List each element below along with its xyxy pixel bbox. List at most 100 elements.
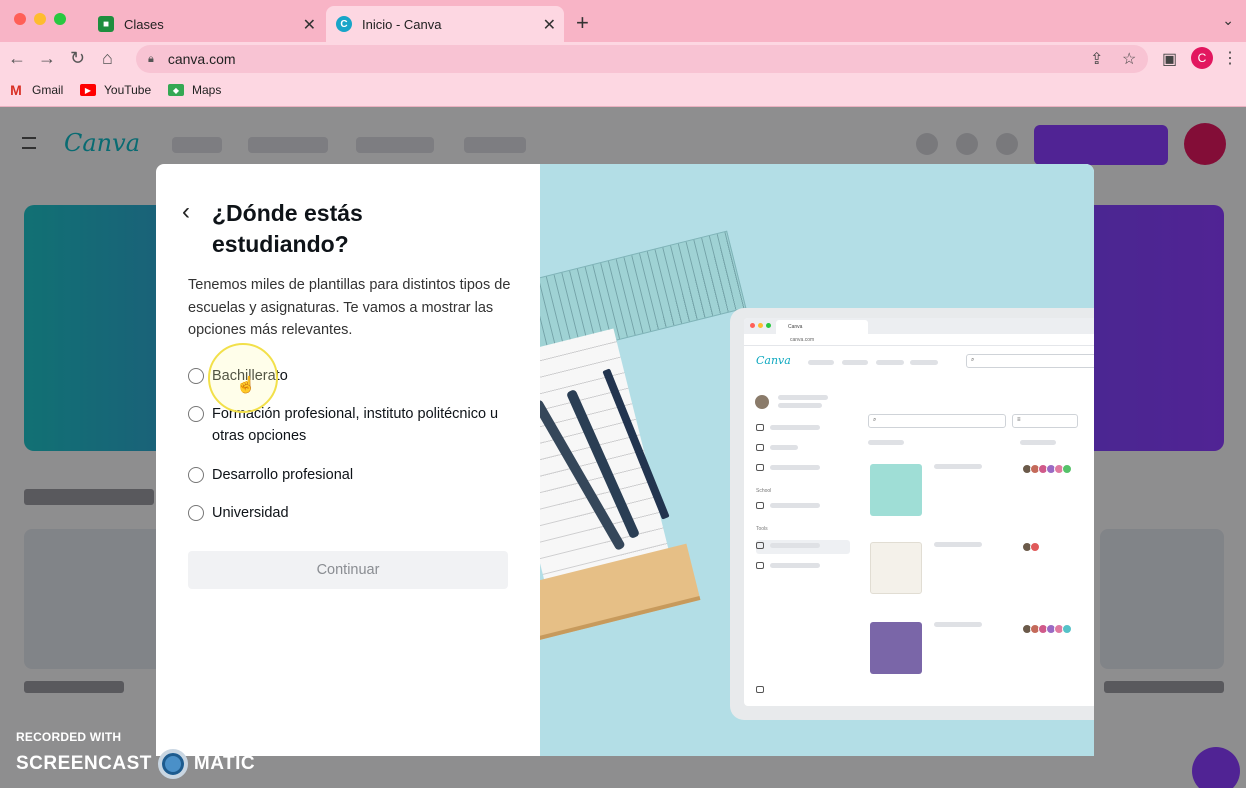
url-text: canva.com <box>167 51 236 67</box>
mock-text <box>1020 440 1056 445</box>
laptop-screen: Canva canva.com Canva ⌕ School Tools ⌕ ≡ <box>744 318 1094 706</box>
mock-dot <box>750 323 755 328</box>
screencast-logo-icon <box>157 749 188 779</box>
close-icon[interactable]: ✕ <box>543 15 556 35</box>
mock-nav <box>910 360 938 365</box>
mock-text <box>770 465 820 470</box>
star-icon[interactable]: ☆ <box>1122 49 1136 69</box>
mock-tab: Canva <box>776 320 868 334</box>
school-type-dialog: ‹ ¿Dónde estás estudiando? Tenemos miles… <box>156 164 1094 756</box>
continue-button[interactable]: Continuar <box>188 551 508 589</box>
forward-arrow-icon[interactable]: → <box>38 48 56 69</box>
mock-face <box>1062 624 1072 634</box>
class-icon <box>756 502 764 509</box>
mock-tab-bar: Canva <box>744 318 1094 334</box>
gmail-icon: M <box>10 82 22 98</box>
more-menu-icon[interactable]: ⋮ <box>1222 48 1238 68</box>
laptop-mockup: Canva canva.com Canva ⌕ School Tools ⌕ ≡ <box>730 308 1094 720</box>
plus-box-icon <box>756 562 764 569</box>
watermark-word: SCREENCAST <box>16 753 152 774</box>
sidebar-icon[interactable]: ▣ <box>1162 49 1177 69</box>
mock-avatar <box>754 394 770 410</box>
dialog-title: ¿Dónde estás estudiando? <box>212 200 363 257</box>
hand-cursor-icon: ☝ <box>236 377 256 394</box>
mock-text <box>868 440 904 445</box>
mock-filter: ≡ <box>1012 414 1078 428</box>
lock-icon: 🔒︎ <box>148 52 154 65</box>
browser-tab-bar: ■ Clases ✕ C Inicio - Canva ✕ + ⌄ <box>0 0 1246 42</box>
option-desarrollo-profesional[interactable]: Desarrollo profesional <box>188 464 518 486</box>
tab-clases[interactable]: ■ Clases ✕ <box>88 6 324 42</box>
bookmark-youtube[interactable]: ▶ YouTube <box>80 83 151 97</box>
option-label: Universidad <box>212 505 289 521</box>
mock-dot <box>766 323 771 328</box>
dialog-description: Tenemos miles de plantillas para distint… <box>188 277 511 338</box>
mock-nav <box>842 360 868 365</box>
home-icon <box>756 424 764 431</box>
mock-url: canva.com <box>744 334 1094 346</box>
mock-thumbnail <box>870 464 922 516</box>
browser-toolbar: ← → ↻ ⌂ 🔒︎ canva.com ⇪ ☆ ▣ C ⋮ <box>0 42 1246 76</box>
radio-button[interactable] <box>188 505 204 521</box>
home-icon[interactable]: ⌂ <box>102 48 113 69</box>
mock-text <box>934 542 982 547</box>
mock-search: ⌕ <box>868 414 1006 428</box>
radio-button[interactable] <box>188 467 204 483</box>
radio-button[interactable] <box>188 406 204 422</box>
mock-thumbnail <box>870 542 922 594</box>
reload-icon[interactable]: ↻ <box>70 48 85 69</box>
mock-text <box>770 563 820 568</box>
tab-inicio-canva[interactable]: C Inicio - Canva ✕ <box>326 6 564 42</box>
inbox-icon <box>756 542 764 549</box>
close-icon[interactable]: ✕ <box>303 15 316 35</box>
youtube-icon: ▶ <box>80 84 96 96</box>
mock-text <box>770 445 798 450</box>
new-tab-button[interactable]: + <box>576 10 589 36</box>
watermark-word: MATIC <box>193 753 256 774</box>
folder-icon <box>756 444 764 451</box>
mock-text <box>934 464 982 469</box>
mock-text <box>770 543 820 548</box>
screencast-watermark: SCREENCAST MATIC <box>16 749 255 779</box>
radio-button[interactable] <box>188 368 204 384</box>
maps-icon: ◆ <box>168 84 184 96</box>
option-label: Desarrollo profesional <box>212 467 354 483</box>
mock-text <box>778 395 828 400</box>
bookmarks-bar: M Gmail ▶ YouTube ◆ Maps <box>0 76 1246 107</box>
mock-text <box>770 503 820 508</box>
watermark-caption: RECORDED WITH <box>16 730 122 744</box>
bookmark-label: YouTube <box>104 83 152 97</box>
profile-avatar[interactable]: C <box>1191 47 1213 69</box>
share-icon[interactable]: ⇪ <box>1090 49 1103 69</box>
mock-section-label: School <box>756 488 772 494</box>
canva-icon: C <box>336 16 352 32</box>
classroom-icon: ■ <box>98 16 114 32</box>
mock-face <box>1062 464 1072 474</box>
bookmark-label: Gmail <box>32 83 64 97</box>
minimize-window-button[interactable] <box>34 13 46 25</box>
mock-text <box>778 403 822 408</box>
trash-icon <box>756 686 764 693</box>
bookmark-gmail[interactable]: M Gmail <box>8 82 64 98</box>
mock-canva-logo: Canva <box>756 354 791 367</box>
back-arrow-icon[interactable]: ‹ <box>182 200 190 224</box>
address-bar[interactable]: 🔒︎ canva.com <box>136 45 1148 73</box>
option-universidad[interactable]: Universidad <box>188 502 518 524</box>
mock-thumbnail <box>870 622 922 674</box>
mock-text <box>770 425 820 430</box>
tab-title: Inicio - Canva <box>362 16 442 32</box>
maximize-window-button[interactable] <box>54 13 66 25</box>
chevron-down-icon[interactable]: ⌄ <box>1222 12 1234 29</box>
mock-section-label: Tools <box>756 526 768 532</box>
mock-dot <box>758 323 763 328</box>
mock-text <box>934 622 982 627</box>
apps-icon <box>756 464 764 471</box>
close-window-button[interactable] <box>14 13 26 25</box>
mock-nav <box>876 360 904 365</box>
mock-nav <box>808 360 834 365</box>
mock-face <box>1030 542 1040 552</box>
back-arrow-icon[interactable]: ← <box>8 48 26 69</box>
bookmark-maps[interactable]: ◆ Maps <box>168 83 221 97</box>
bookmark-label: Maps <box>192 83 222 97</box>
illustration-panel: Canva canva.com Canva ⌕ School Tools ⌕ ≡ <box>540 164 1094 756</box>
